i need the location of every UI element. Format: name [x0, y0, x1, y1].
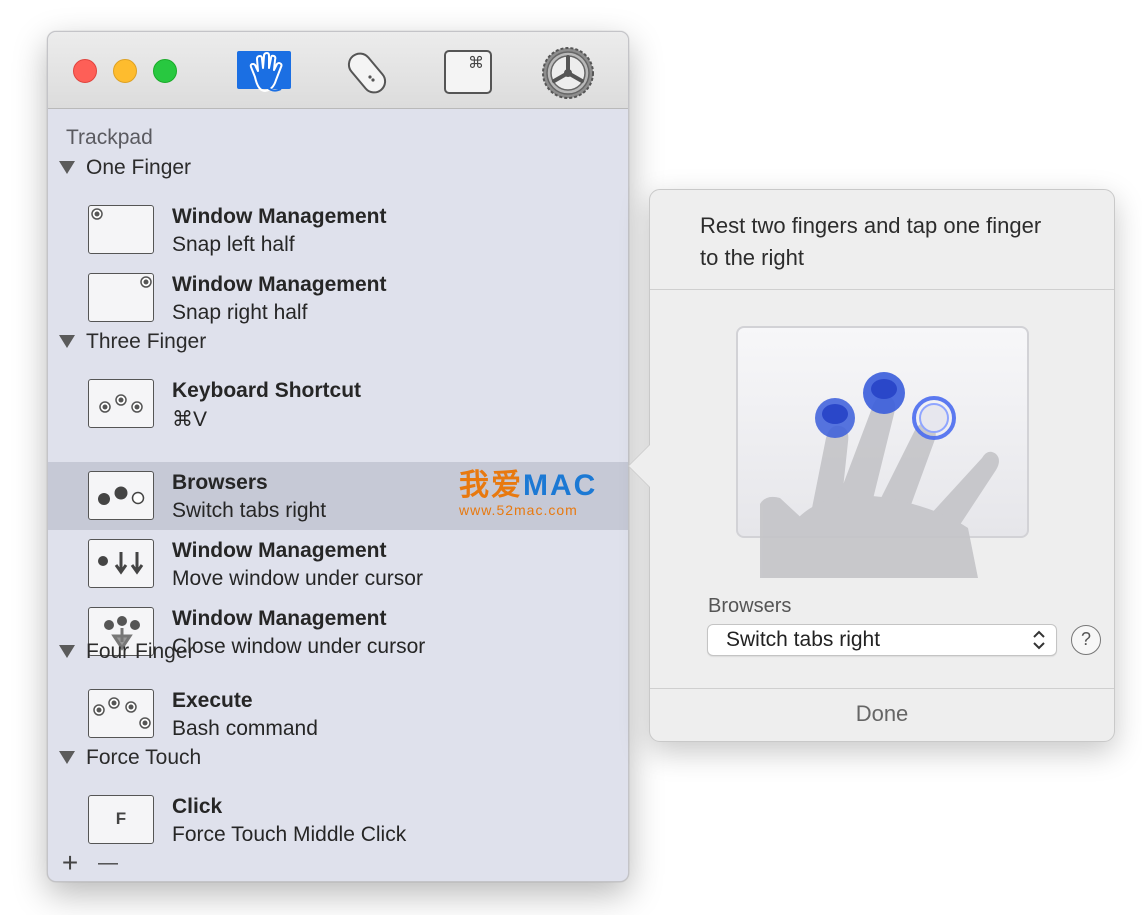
- gesture-row[interactable]: F Click Force Touch Middle Click: [48, 786, 628, 854]
- group-label: Three Finger: [86, 330, 207, 353]
- force-touch-glyph: F: [115, 809, 127, 828]
- group-label: One Finger: [86, 156, 192, 179]
- group-force-touch[interactable]: Force Touch: [59, 746, 201, 774]
- chevron-up-down-icon: [1033, 630, 1045, 650]
- gesture-title: Window Management: [172, 273, 387, 296]
- gesture-action: ⌘V: [172, 408, 208, 431]
- main-window: ⌘ Trackpad One Finger Window Management …: [47, 31, 629, 882]
- watermark-url: www.52mac.com: [459, 502, 578, 518]
- gesture-action: Move window under cursor: [172, 567, 423, 590]
- gesture-row[interactable]: Keyboard Shortcut ⌘V: [48, 370, 628, 438]
- gesture-row[interactable]: Window Management Move window under curs…: [48, 530, 628, 598]
- hand-gesture-icon: [237, 51, 291, 92]
- gesture-illustration: [736, 326, 1029, 578]
- toolbar-mouse-button[interactable]: [337, 46, 397, 100]
- one-finger-top-right-icon: [88, 273, 154, 322]
- gesture-action: Close window under cursor: [172, 635, 426, 658]
- gesture-title: Window Management: [172, 539, 387, 562]
- group-label: Four Finger: [86, 640, 195, 663]
- toolbar: ⌘: [48, 32, 628, 109]
- help-button[interactable]: ?: [1071, 625, 1101, 655]
- gesture-row[interactable]: Execute Bash command: [48, 680, 628, 748]
- list-controls: + —: [58, 849, 120, 877]
- gesture-action: Force Touch Middle Click: [172, 823, 407, 846]
- app-scope-label: Browsers: [708, 595, 792, 617]
- gesture-title: Window Management: [172, 205, 387, 228]
- add-gesture-button[interactable]: +: [58, 849, 82, 877]
- three-finger-swipe-down-icon: [88, 539, 154, 588]
- gesture-detail-popover: Rest two fingers and tap one finger to t…: [628, 189, 1115, 742]
- mouse-icon: [347, 52, 387, 94]
- three-finger-rest-tap-right-icon: [88, 471, 154, 520]
- gesture-action: Switch tabs right: [172, 499, 327, 522]
- group-label: Force Touch: [86, 746, 202, 769]
- gesture-action: Snap left half: [172, 233, 295, 256]
- popover-arrow-fill: [629, 445, 650, 487]
- group-one-finger[interactable]: One Finger: [59, 156, 191, 184]
- gear-icon: [542, 47, 594, 99]
- one-finger-top-left-icon: [88, 205, 154, 254]
- gesture-action: Bash command: [172, 717, 318, 740]
- disclosure-triangle-icon: [59, 334, 75, 348]
- gesture-row[interactable]: Window Management Snap right half: [48, 264, 628, 332]
- toolbar-trackpad-button[interactable]: [234, 46, 294, 100]
- done-button[interactable]: Done: [650, 690, 1114, 740]
- gesture-description: Rest two fingers and tap one finger to t…: [700, 213, 1042, 270]
- gesture-title: Click: [172, 795, 223, 818]
- command-key-icon: ⌘: [444, 50, 492, 94]
- zoom-button[interactable]: [153, 59, 177, 83]
- remove-gesture-button[interactable]: —: [96, 851, 120, 875]
- toolbar-keyboard-button[interactable]: ⌘: [438, 46, 498, 100]
- action-select-value: Switch tabs right: [726, 628, 881, 651]
- group-four-finger[interactable]: Four Finger: [59, 640, 195, 668]
- divider: [650, 688, 1114, 689]
- toolbar-settings-button[interactable]: [538, 46, 598, 100]
- four-finger-tap-icon: [88, 689, 154, 738]
- watermark-brand-cn: 我爱: [459, 469, 523, 502]
- minimize-button[interactable]: [113, 59, 137, 83]
- divider: [650, 289, 1114, 290]
- svg-text:⌘: ⌘: [468, 53, 484, 72]
- gesture-title: Execute: [172, 689, 253, 712]
- gesture-title: Window Management: [172, 607, 387, 630]
- gesture-title: Keyboard Shortcut: [172, 379, 362, 402]
- action-select[interactable]: Switch tabs right: [707, 624, 1057, 656]
- section-title: Trackpad: [66, 126, 153, 149]
- gesture-action: Snap right half: [172, 301, 308, 324]
- disclosure-triangle-icon: [59, 160, 75, 174]
- watermark: 我爱MAC www.52mac.com: [459, 469, 598, 519]
- three-finger-tap-icon: [88, 379, 154, 428]
- hand-illustration-icon: [760, 372, 999, 578]
- disclosure-triangle-icon: [59, 644, 75, 658]
- watermark-brand-mac: MAC: [523, 469, 598, 502]
- close-button[interactable]: [73, 59, 97, 83]
- force-touch-icon: F: [88, 795, 154, 844]
- gesture-row[interactable]: Window Management Snap left half: [48, 196, 628, 264]
- group-three-finger[interactable]: Three Finger: [59, 330, 206, 358]
- gesture-title: Browsers: [172, 471, 268, 494]
- disclosure-triangle-icon: [59, 750, 75, 764]
